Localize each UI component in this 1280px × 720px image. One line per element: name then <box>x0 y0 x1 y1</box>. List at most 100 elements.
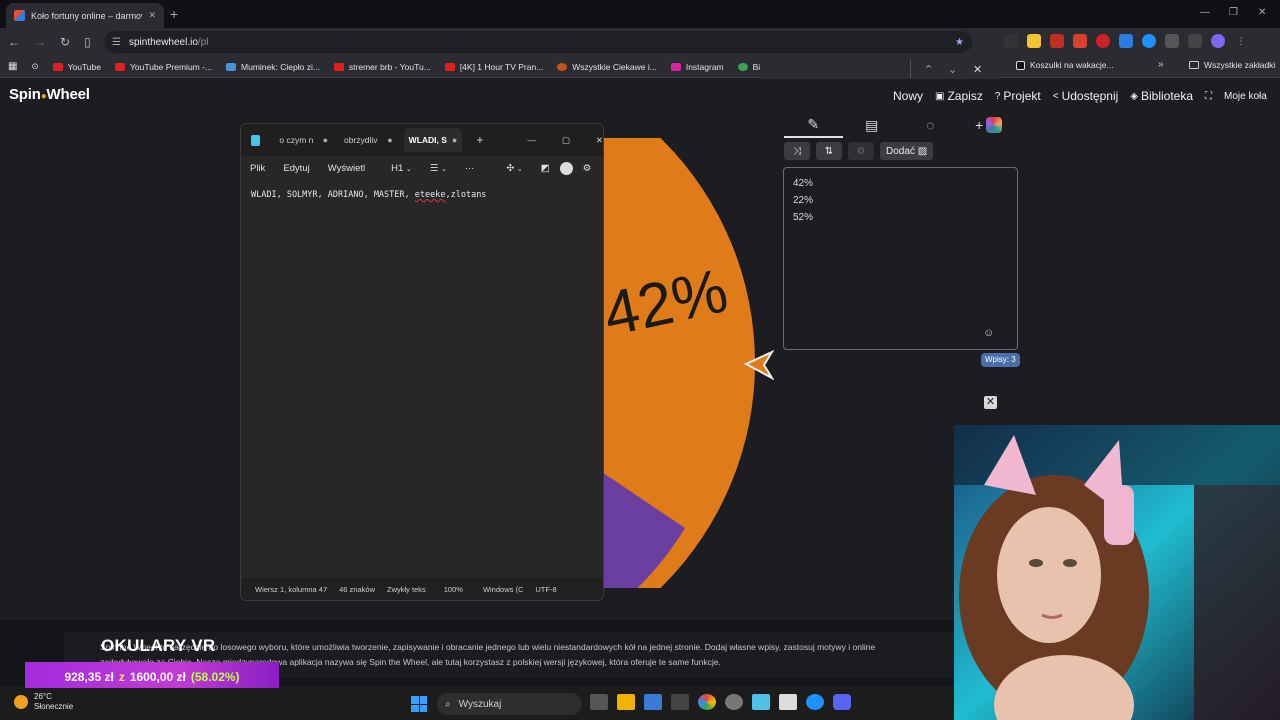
menu-view[interactable]: Wyświetl <box>328 163 365 174</box>
sidebar-icon[interactable]: ▯ <box>84 35 91 49</box>
youtube-icon <box>444 62 455 71</box>
extension-icon[interactable] <box>1073 34 1087 48</box>
extension-icon[interactable] <box>1119 34 1133 48</box>
bookmark-item[interactable]: YouTube <box>52 62 101 72</box>
ai-tools-icon[interactable]: ✣ ⌄ <box>506 163 522 174</box>
app-icon[interactable] <box>779 694 797 710</box>
forward-icon[interactable]: → <box>34 35 46 49</box>
image-tool-button[interactable]: ⚙ <box>848 142 874 160</box>
extensions-puzzle-icon[interactable] <box>1165 34 1179 48</box>
bookmark-star-icon[interactable]: ★ <box>955 37 964 48</box>
extension-icon[interactable] <box>1096 34 1110 48</box>
site-nav: Nowy ▣ Zapisz ? Projekt < Udostępnij ◈ Bibli… <box>893 89 1267 103</box>
minimize-icon[interactable]: — <box>1200 7 1210 18</box>
emoji-icon[interactable]: ☺ <box>983 327 994 339</box>
bookmark-item[interactable]: Koszulki na wakacje... <box>1016 60 1114 70</box>
extension-icons: ⋮ <box>1004 34 1248 48</box>
browser-tab-strip <box>0 0 1280 28</box>
nav-share[interactable]: < Udostępnij <box>1053 89 1119 103</box>
extension-icon[interactable] <box>1050 34 1064 48</box>
account-icon[interactable] <box>559 161 573 175</box>
profile-avatar[interactable] <box>1211 34 1225 48</box>
file-explorer-icon[interactable] <box>617 694 635 710</box>
task-view-icon[interactable] <box>590 694 608 710</box>
bookmark-item[interactable]: [4K] 1 Hour TV Pran... <box>444 62 543 72</box>
notepad-tab[interactable]: obrzydliv ● <box>339 128 398 152</box>
add-image-button[interactable]: Dodać ▨ <box>880 142 934 160</box>
find-prev-icon[interactable]: ⌃ <box>924 63 933 76</box>
plus-icon: + <box>975 117 984 133</box>
close-icon[interactable]: ✕ <box>984 396 997 409</box>
discord-icon[interactable] <box>833 694 851 710</box>
address-bar[interactable]: ☰ spinthewheel.io/pl ★ <box>104 31 972 53</box>
gear-icon: ⚙ <box>856 145 866 157</box>
entries-textarea[interactable]: 42% 22% 52% <box>783 167 1018 350</box>
tab-results[interactable]: ▤ <box>843 112 902 138</box>
bookmark-item[interactable]: Instagram <box>670 62 724 72</box>
heading-dropdown[interactable]: H1 ⌄ <box>391 163 412 174</box>
all-bookmarks[interactable]: Wszystkie zakładki <box>1189 60 1275 70</box>
bookmark-item[interactable]: Wszystkie Ciekawe i... <box>557 62 657 72</box>
find-close-icon[interactable]: ✕ <box>973 63 982 76</box>
extension-icon[interactable] <box>1027 34 1041 48</box>
find-next-icon[interactable]: ⌄ <box>948 63 957 76</box>
nav-design[interactable]: ? Projekt <box>995 89 1041 103</box>
more-dots-icon[interactable]: ··· <box>465 163 475 174</box>
bookmark-item[interactable]: Muminek: Ciepło zi... <box>226 62 320 72</box>
taskbar-search[interactable]: ⌕ Wyszukaj <box>437 693 582 715</box>
nav-new[interactable]: Nowy <box>893 89 923 103</box>
shuffle-button[interactable]: ⤨ <box>784 142 810 160</box>
media-icon[interactable] <box>1188 34 1202 48</box>
new-tab-button[interactable]: + <box>170 6 178 22</box>
notepad-close-icon[interactable]: ✕ <box>596 135 603 146</box>
menu-dots-icon[interactable]: ⋮ <box>1234 34 1248 48</box>
close-window-icon[interactable]: ✕ <box>1258 7 1266 18</box>
notepad-tab[interactable]: o czym n ● <box>274 128 333 152</box>
list-format-icon[interactable]: ☰ ⌄ <box>430 163 447 174</box>
weather-widget[interactable]: 26°C Słonecznie <box>14 692 73 712</box>
bookmark-icon <box>557 62 568 71</box>
bookmark-item[interactable]: YouTube Premium -... <box>114 62 212 72</box>
back-icon[interactable]: ← <box>8 35 20 49</box>
tab-hidden[interactable]: ◌ <box>901 112 960 138</box>
chrome-icon[interactable] <box>698 694 716 710</box>
windows-start-icon[interactable] <box>411 696 427 712</box>
menu-edit[interactable]: Edytuj <box>283 163 309 174</box>
reload-icon[interactable]: ↻ <box>60 35 70 49</box>
menu-file[interactable]: Plik <box>250 163 265 174</box>
app-icon[interactable] <box>806 694 824 710</box>
extension-icon[interactable] <box>1004 34 1018 48</box>
status-cursor: Wiersz 1, kolumna 47 <box>255 584 328 594</box>
clipboard-icon: ▤ <box>865 116 879 133</box>
tab-add-wheel[interactable]: + <box>960 112 1019 138</box>
nav-my-wheels[interactable]: Moje koła <box>1224 89 1267 103</box>
site-info-icon[interactable]: ☰ <box>112 37 121 48</box>
address-path: /pl <box>197 36 209 48</box>
folder-icon <box>1189 61 1199 69</box>
tab-close-icon[interactable]: ✕ <box>148 10 156 21</box>
notepad-tab-active[interactable]: WLADI, S ● <box>403 128 463 152</box>
apps-grid-icon[interactable]: ▦ <box>8 61 17 72</box>
settings-icon[interactable] <box>725 694 743 710</box>
notepad-text-area[interactable]: WLADI, SOLMYR, ADRIANO, MASTER, eteeke,z… <box>241 180 603 210</box>
site-logo[interactable]: Spin●Wheel <box>9 86 90 103</box>
notepad-maximize-icon[interactable]: ▢ <box>562 135 570 146</box>
extension-icon[interactable] <box>1142 34 1156 48</box>
bookmark-icon[interactable]: ⊙ <box>31 61 38 72</box>
nav-library[interactable]: ◈ Biblioteka <box>1130 89 1193 103</box>
store-icon[interactable] <box>644 694 662 710</box>
sort-button[interactable]: ⇅ <box>816 142 842 160</box>
browser-tab[interactable]: Koło fortuny online – darmowe ✕ <box>6 3 164 28</box>
notepad-taskbar-icon[interactable] <box>752 694 770 710</box>
bookmark-item[interactable]: stremer brb - YouTu... <box>333 62 431 72</box>
fullscreen-icon[interactable]: ⛶ <box>1205 89 1212 103</box>
app-icon[interactable] <box>671 694 689 710</box>
more-bookmarks-icon[interactable]: » <box>1158 59 1164 70</box>
copilot-icon[interactable]: ◩ <box>541 163 550 174</box>
notepad-new-tab-icon[interactable]: + <box>476 133 483 147</box>
notepad-minimize-icon[interactable]: — <box>527 135 536 145</box>
tab-edit[interactable]: ✎ <box>784 112 843 138</box>
maximize-icon[interactable]: ❐ <box>1229 7 1238 18</box>
nav-save[interactable]: ▣ Zapisz <box>935 89 983 103</box>
gear-icon[interactable]: ⚙ <box>583 163 592 174</box>
